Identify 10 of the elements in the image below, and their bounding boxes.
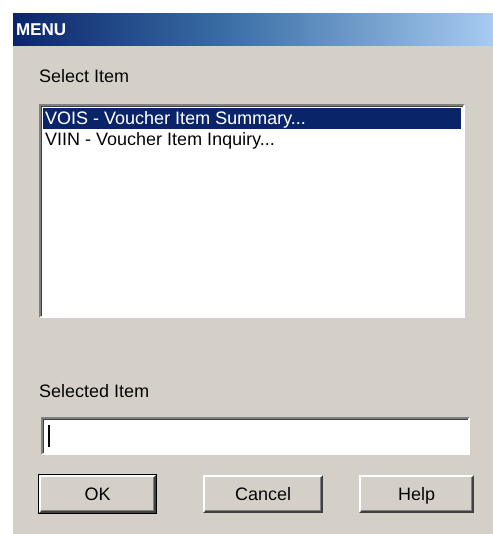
window-title: MENU [16, 20, 66, 40]
field-label: Selected Item [39, 381, 150, 402]
list-label: Select Item [39, 66, 130, 87]
dialog-button[interactable]: Cancel [203, 475, 323, 513]
selected-item-field[interactable] [41, 417, 470, 455]
item-list[interactable]: VOIS - Voucher Item Summary... VIIN - Voucher Item Inquiry... [39, 104, 465, 318]
list-item[interactable]: VIIN - Voucher Item Inquiry... [43, 129, 461, 150]
dialog-button[interactable]: OK [39, 475, 156, 513]
dialog-button[interactable]: Help [359, 475, 474, 513]
list-item[interactable]: VOIS - Voucher Item Summary... [43, 108, 461, 129]
